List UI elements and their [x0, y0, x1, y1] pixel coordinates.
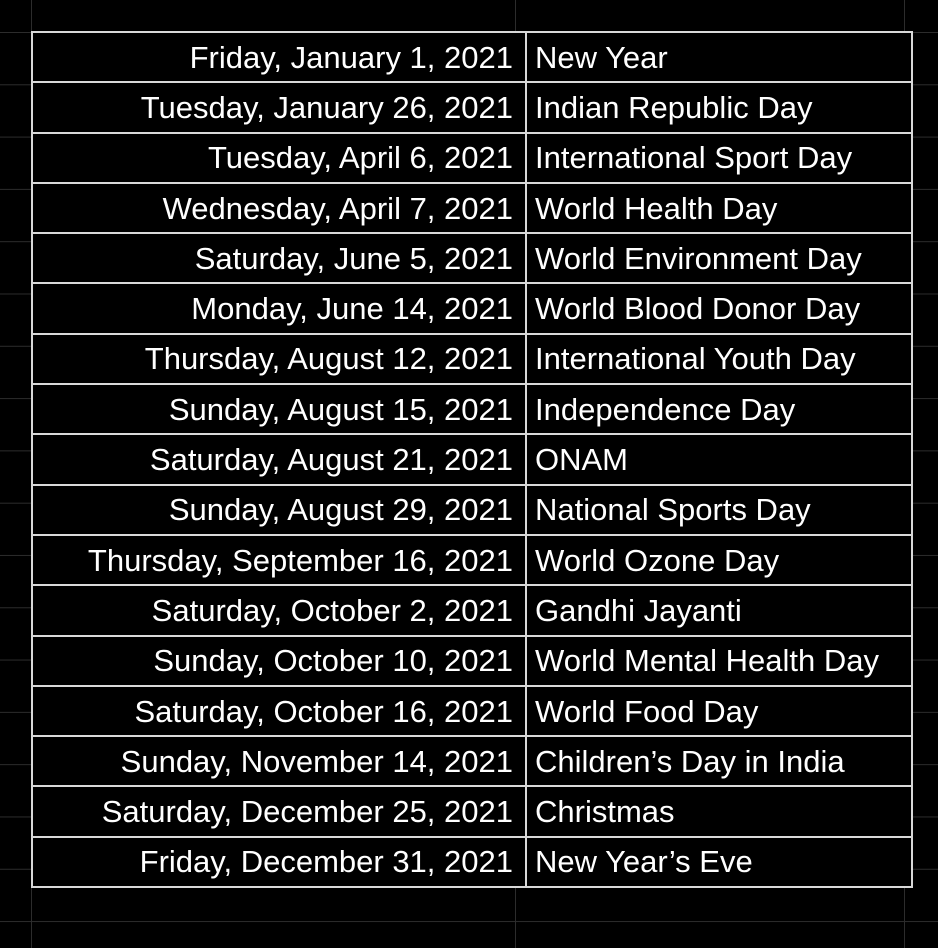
holiday-name-cell[interactable]: Gandhi Jayanti: [525, 584, 913, 637]
date-cell[interactable]: Sunday, August 29, 2021: [31, 483, 527, 536]
table-row: Thursday, September 16, 2021 World Ozone…: [31, 533, 913, 587]
date-cell[interactable]: Sunday, October 10, 2021: [31, 634, 527, 687]
holiday-name-cell[interactable]: World Blood Donor Day: [525, 282, 913, 335]
holiday-name-cell[interactable]: Independence Day: [525, 383, 913, 436]
table-row: Saturday, December 25, 2021 Christmas: [31, 785, 913, 838]
holiday-name-cell[interactable]: Christmas: [525, 785, 913, 838]
table-row: Thursday, August 12, 2021 International …: [31, 332, 913, 386]
holiday-name-cell[interactable]: New Year: [525, 30, 913, 84]
table-row: Tuesday, April 6, 2021 International Spo…: [31, 131, 913, 184]
table-row: Saturday, October 2, 2021 Gandhi Jayanti: [31, 584, 913, 637]
holiday-name-cell[interactable]: ONAM: [525, 433, 913, 486]
table-row: Saturday, June 5, 2021 World Environment…: [31, 232, 913, 285]
date-cell[interactable]: Saturday, October 16, 2021: [31, 684, 527, 738]
holiday-name-cell[interactable]: Children’s Day in India: [525, 735, 913, 788]
table-row: Monday, June 14, 2021 World Blood Donor …: [31, 282, 913, 335]
table-row: Sunday, August 29, 2021 National Sports …: [31, 483, 913, 536]
holiday-name-cell[interactable]: Indian Republic Day: [525, 81, 913, 134]
holiday-name-cell[interactable]: International Sport Day: [525, 131, 913, 184]
table-row: Friday, January 1, 2021 New Year: [31, 30, 913, 84]
holiday-name-cell[interactable]: New Year’s Eve: [525, 835, 913, 889]
holiday-table: Friday, January 1, 2021 New Year Tuesday…: [31, 30, 913, 889]
date-cell[interactable]: Monday, June 14, 2021: [31, 282, 527, 335]
date-cell[interactable]: Friday, January 1, 2021: [31, 30, 527, 84]
table-row: Saturday, August 21, 2021 ONAM: [31, 433, 913, 486]
date-cell[interactable]: Sunday, August 15, 2021: [31, 383, 527, 436]
date-cell[interactable]: Thursday, September 16, 2021: [31, 533, 527, 587]
date-cell[interactable]: Saturday, June 5, 2021: [31, 232, 527, 285]
date-cell[interactable]: Saturday, December 25, 2021: [31, 785, 527, 838]
date-cell[interactable]: Saturday, August 21, 2021: [31, 433, 527, 486]
table-row: Saturday, October 16, 2021 World Food Da…: [31, 684, 913, 738]
table-row: Wednesday, April 7, 2021 World Health Da…: [31, 181, 913, 235]
date-cell[interactable]: Friday, December 31, 2021: [31, 835, 527, 889]
date-cell[interactable]: Tuesday, January 26, 2021: [31, 81, 527, 134]
table-row: Sunday, November 14, 2021 Children’s Day…: [31, 735, 913, 788]
date-cell[interactable]: Wednesday, April 7, 2021: [31, 181, 527, 235]
holiday-name-cell[interactable]: World Mental Health Day: [525, 634, 913, 687]
holiday-name-cell[interactable]: World Ozone Day: [525, 533, 913, 587]
table-row: Sunday, October 10, 2021 World Mental He…: [31, 634, 913, 687]
holiday-name-cell[interactable]: International Youth Day: [525, 332, 913, 386]
holiday-name-cell[interactable]: World Food Day: [525, 684, 913, 738]
holiday-name-cell[interactable]: World Health Day: [525, 181, 913, 235]
date-cell[interactable]: Tuesday, April 6, 2021: [31, 131, 527, 184]
date-cell[interactable]: Sunday, November 14, 2021: [31, 735, 527, 788]
holiday-name-cell[interactable]: National Sports Day: [525, 483, 913, 536]
table-row: Tuesday, January 26, 2021 Indian Republi…: [31, 81, 913, 134]
table-row: Sunday, August 15, 2021 Independence Day: [31, 383, 913, 436]
table-row: Friday, December 31, 2021 New Year’s Eve: [31, 835, 913, 889]
date-cell[interactable]: Saturday, October 2, 2021: [31, 584, 527, 637]
date-cell[interactable]: Thursday, August 12, 2021: [31, 332, 527, 386]
holiday-name-cell[interactable]: World Environment Day: [525, 232, 913, 285]
